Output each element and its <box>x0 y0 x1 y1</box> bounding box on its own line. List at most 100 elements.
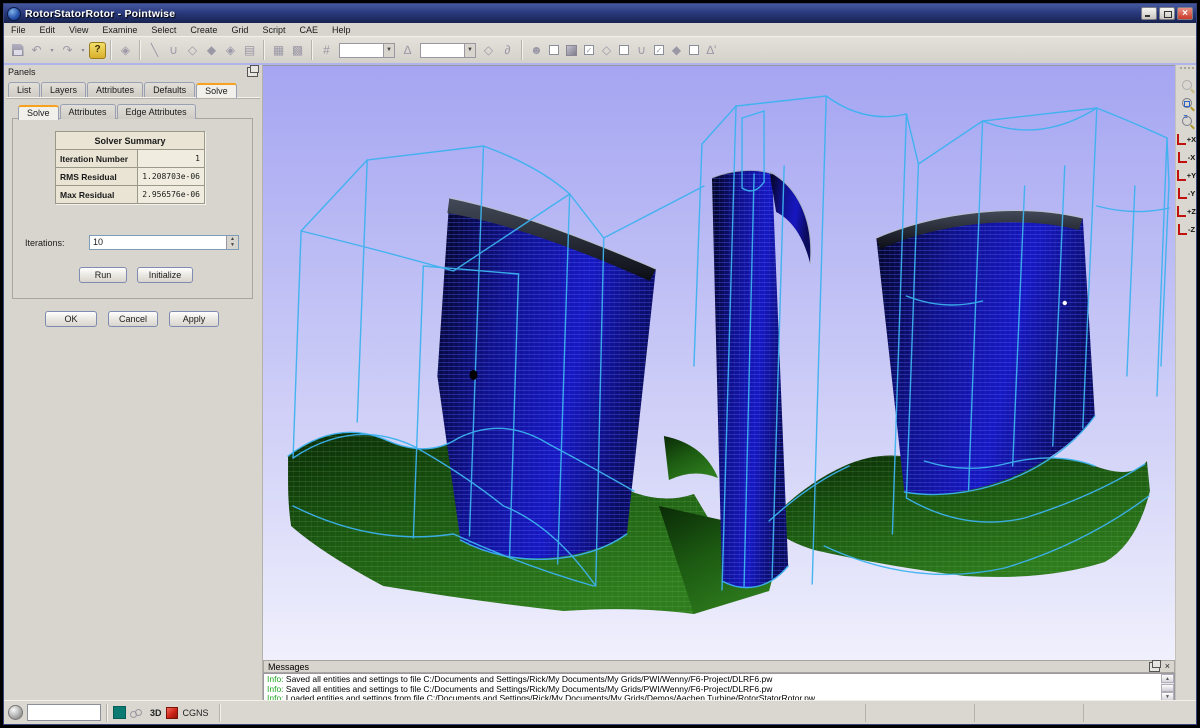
subtab-edge-attributes[interactable]: Edge Attributes <box>117 104 196 119</box>
tab-solve[interactable]: Solve <box>196 83 237 98</box>
view-minus-y-button[interactable]: -Y <box>1176 184 1197 202</box>
connectors-view-button[interactable]: ∪ <box>632 41 651 60</box>
tab-defaults[interactable]: Defaults <box>144 82 195 97</box>
window-title: RotorStatorRotor - Pointwise <box>25 8 1141 20</box>
app-window: RotorStatorRotor - Pointwise × File Edit… <box>3 3 1197 725</box>
apply-button[interactable]: Apply <box>169 311 219 327</box>
database-visibility-checkbox[interactable] <box>689 45 699 55</box>
tab-attributes[interactable]: Attributes <box>87 82 143 97</box>
derivative-button[interactable]: ∂ <box>498 41 517 60</box>
menu-select[interactable]: Select <box>144 24 183 36</box>
close-button[interactable]: × <box>1177 7 1193 20</box>
shaded-view-button[interactable]: ☻ <box>527 41 546 60</box>
scroll-up-icon[interactable]: ▲ <box>1161 674 1174 683</box>
unstructured-grid-button[interactable]: ▩ <box>288 41 307 60</box>
command-entry[interactable] <box>27 704 101 721</box>
menu-grid[interactable]: Grid <box>224 24 255 36</box>
cancel-button[interactable]: Cancel <box>108 311 158 327</box>
menu-file[interactable]: File <box>4 24 33 36</box>
view-minus-x-button[interactable]: -X <box>1176 148 1197 166</box>
toolbar-grip[interactable] <box>1180 67 1194 74</box>
database-view-button[interactable]: ◆ <box>667 41 686 60</box>
spacing-button[interactable]: ◇ <box>479 41 498 60</box>
zoom-actual-button[interactable] <box>1176 112 1197 130</box>
menu-create[interactable]: Create <box>183 24 224 36</box>
blocks-view-button[interactable] <box>562 41 581 60</box>
stepper-arrows-icon[interactable]: ▲▼ <box>226 236 238 249</box>
status-sections <box>865 701 1192 724</box>
toolbar-separator <box>139 40 141 60</box>
menu-edit[interactable]: Edit <box>33 24 63 36</box>
menu-examine[interactable]: Examine <box>95 24 144 36</box>
run-button[interactable]: Run <box>79 267 127 283</box>
restore-button[interactable] <box>1159 7 1175 20</box>
view-plus-y-button[interactable]: +Y <box>1176 166 1197 184</box>
menu-cae[interactable]: CAE <box>292 24 325 36</box>
status-cell <box>865 704 974 722</box>
create-unstructured-domain-button[interactable]: ◆ <box>202 41 221 60</box>
zoom-equal-icon <box>1182 116 1192 126</box>
messages-scrollbar[interactable]: ▲ ▼ <box>1161 674 1174 701</box>
save-button[interactable] <box>8 41 27 60</box>
scroll-thumb[interactable] <box>1161 684 1174 692</box>
create-curve-button[interactable]: ∪ <box>164 41 183 60</box>
zoom-to-fit-button[interactable] <box>1176 94 1197 112</box>
subtab-attributes[interactable]: Attributes <box>60 104 116 119</box>
cube-icon <box>566 45 577 56</box>
float-panel-icon[interactable] <box>247 67 258 77</box>
layer-stack-button[interactable]: ◈ <box>116 41 135 60</box>
ok-button[interactable]: OK <box>45 311 97 327</box>
close-icon[interactable]: × <box>1165 662 1170 671</box>
messages-log[interactable]: Info: Saved all entities and settings to… <box>263 673 1175 702</box>
create-connector-button[interactable]: ╲ <box>145 41 164 60</box>
shaded-visibility-checkbox[interactable] <box>549 45 559 55</box>
row-label: Max Residual <box>56 186 138 204</box>
menu-view[interactable]: View <box>62 24 95 36</box>
structured-grid-button[interactable]: ▦ <box>269 41 288 60</box>
tab-layers[interactable]: Layers <box>41 82 86 97</box>
redo-button[interactable]: ↷ <box>58 41 77 60</box>
view-plus-x-button[interactable]: +X <box>1176 130 1197 148</box>
panels-dock-header: Panels <box>4 65 262 79</box>
iterations-label: Iterations: <box>25 238 65 248</box>
cae-solver-label: CGNS <box>183 708 209 718</box>
subtab-solve[interactable]: Solve <box>18 105 59 120</box>
table-row: Iteration Number 1 <box>56 150 205 168</box>
view-plus-z-button[interactable]: +Z <box>1176 202 1197 220</box>
status-cell <box>974 704 1083 722</box>
axis-icon <box>1177 170 1186 181</box>
axis-icon <box>1178 152 1187 163</box>
connectors-visibility-checkbox[interactable]: ✓ <box>654 45 664 55</box>
viewport-3d-scene <box>263 66 1175 660</box>
row-label: Iteration Number <box>56 150 138 168</box>
undo-button[interactable]: ↶ <box>27 41 46 60</box>
domains-view-button[interactable]: ◇ <box>597 41 616 60</box>
create-block-button[interactable]: ◈ <box>221 41 240 60</box>
tab-list[interactable]: List <box>8 82 40 97</box>
viewport-3d[interactable] <box>263 65 1175 660</box>
help-button[interactable]: ? <box>89 42 106 59</box>
iterations-stepper[interactable]: 10 ▲▼ <box>89 235 239 250</box>
points-view-button[interactable]: ∆' <box>702 41 721 60</box>
float-panel-icon[interactable] <box>1149 662 1160 672</box>
toolbar-separator <box>263 40 265 60</box>
minimize-button[interactable] <box>1141 7 1157 20</box>
titlebar[interactable]: RotorStatorRotor - Pointwise × <box>4 4 1196 23</box>
status-separator <box>219 704 221 722</box>
assemble-block-button[interactable]: ▤ <box>240 41 259 60</box>
angle-combobox[interactable]: ▼ <box>420 43 476 58</box>
create-domain-button[interactable]: ◇ <box>183 41 202 60</box>
menu-script[interactable]: Script <box>255 24 292 36</box>
undo-dropdown[interactable]: ▾ <box>46 41 58 60</box>
view-minus-z-button[interactable]: -Z <box>1176 220 1197 238</box>
menu-help[interactable]: Help <box>325 24 358 36</box>
domains-visibility-checkbox[interactable] <box>619 45 629 55</box>
initialize-button[interactable]: Initialize <box>137 267 193 283</box>
chevron-down-icon[interactable]: ▼ <box>383 44 394 57</box>
zoom-button[interactable] <box>1176 76 1197 94</box>
grid-type-icon <box>113 706 126 719</box>
dimension-combobox[interactable]: ▼ <box>339 43 395 58</box>
blocks-visibility-checkbox[interactable]: ✓ <box>584 45 594 55</box>
redo-dropdown[interactable]: ▾ <box>77 41 89 60</box>
chevron-down-icon[interactable]: ▼ <box>464 44 475 57</box>
